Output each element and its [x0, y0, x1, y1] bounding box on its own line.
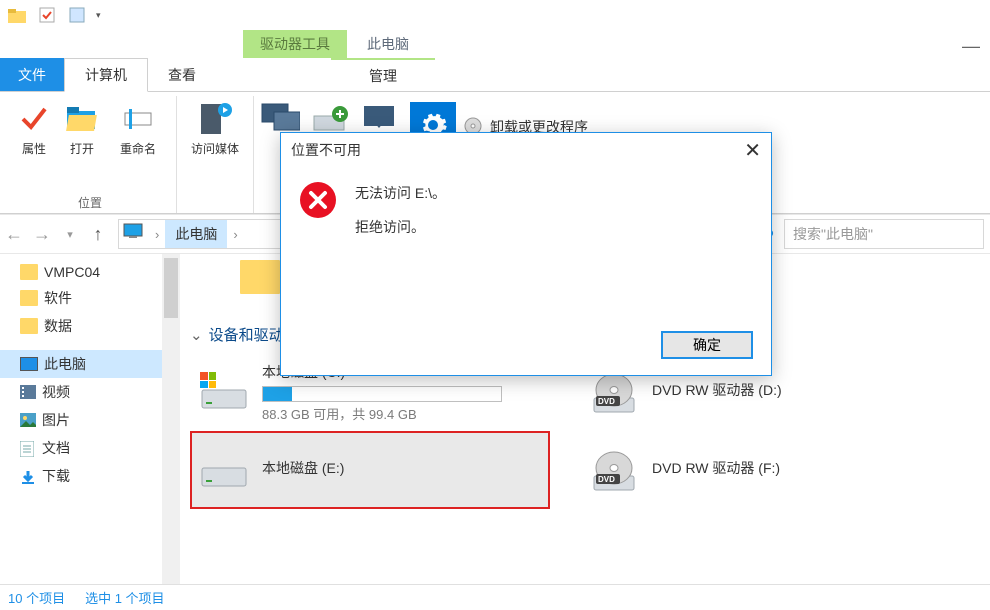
breadcrumb-this-pc[interactable]: 此电脑 — [165, 220, 227, 248]
error-icon — [299, 181, 337, 219]
dvd-icon: DVD — [590, 372, 638, 412]
sidebar-item-label: 此电脑 — [44, 354, 86, 374]
forward-button[interactable]: → — [28, 220, 56, 248]
ribbon-group-location: 位置 — [78, 192, 102, 213]
quick-access-toolbar: ▾ — [0, 0, 990, 30]
drive-usage-bar — [262, 386, 502, 402]
sidebar-item-label: 视频 — [42, 382, 70, 402]
close-button[interactable]: ✕ — [744, 138, 761, 163]
video-icon — [20, 385, 36, 399]
ribbon-open-label: 打开 — [70, 140, 94, 157]
title-row: 驱动器工具 此电脑 — — [0, 30, 990, 58]
sidebar-item-label: 软件 — [44, 288, 72, 308]
ribbon-rename-label: 重命名 — [120, 140, 156, 157]
drive-name: 本地磁盘 (E:) — [262, 458, 540, 478]
sidebar-item-videos[interactable]: 视频 — [0, 378, 162, 406]
drive-f-dvd[interactable]: DVD DVD RW 驱动器 (F:) — [580, 431, 940, 509]
chevron-right-icon[interactable]: › — [227, 227, 243, 242]
sidebar-item-label: 下载 — [42, 466, 70, 486]
sidebar-item-downloads[interactable]: 下载 — [0, 462, 162, 490]
qat-new-icon[interactable] — [66, 4, 88, 26]
back-button[interactable]: ← — [0, 220, 28, 248]
status-item-count: 10 个项目 — [8, 588, 65, 607]
pc-icon — [123, 223, 145, 245]
up-button[interactable]: ↑ — [84, 220, 112, 248]
search-input[interactable]: 搜索"此电脑" — [784, 219, 984, 249]
sidebar-item-label: VMPC04 — [44, 264, 100, 280]
sidebar-item-software[interactable]: 软件 — [0, 284, 162, 312]
scroll-thumb[interactable] — [164, 258, 178, 318]
chevron-down-icon: ⌄ — [190, 326, 203, 344]
sidebar-scrollbar[interactable] — [162, 254, 180, 584]
qat-properties-icon[interactable] — [36, 4, 58, 26]
sidebar-item-this-pc[interactable]: 此电脑 — [0, 350, 162, 378]
dialog-line1: 无法访问 E:\。 — [355, 177, 446, 211]
sidebar-item-vmpc04[interactable]: VMPC04 — [0, 260, 162, 284]
pc-icon — [20, 357, 38, 371]
ribbon-rename[interactable]: 重命名 — [106, 96, 170, 157]
contextual-tab-header: 驱动器工具 — [243, 30, 347, 58]
recent-dropdown-icon[interactable]: ▾ — [56, 220, 84, 248]
tab-view[interactable]: 查看 — [148, 58, 216, 91]
folder-icon — [240, 260, 280, 294]
media-server-icon — [197, 100, 233, 136]
svg-text:DVD: DVD — [598, 475, 615, 484]
dialog-title: 位置不可用 — [291, 140, 361, 160]
sidebar-item-documents[interactable]: 文档 — [0, 434, 162, 462]
minimize-button[interactable]: — — [962, 36, 980, 57]
sidebar-item-label: 文档 — [42, 438, 70, 458]
picture-icon — [20, 413, 36, 427]
open-folder-icon — [64, 100, 100, 136]
status-selected-count: 选中 1 个项目 — [85, 588, 164, 607]
window-title: 此电脑 — [347, 30, 429, 58]
dialog-line2: 拒绝访问。 — [355, 211, 446, 245]
sidebar-item-label: 图片 — [42, 410, 70, 430]
checkmark-icon — [16, 100, 52, 136]
folder-icon — [20, 290, 38, 306]
hdd-icon — [200, 450, 248, 490]
sidebar: VMPC04 软件 数据 此电脑 视频 图片 文档 下载 — [0, 254, 180, 584]
rename-icon — [120, 100, 156, 136]
status-bar: 10 个项目 选中 1 个项目 — [0, 584, 990, 610]
folder-icon — [20, 318, 38, 334]
ok-button[interactable]: 确定 — [661, 331, 753, 359]
ribbon-properties[interactable]: 属性 — [10, 96, 58, 157]
svg-text:DVD: DVD — [598, 397, 615, 406]
download-icon — [20, 469, 36, 483]
ribbon-access-media-label: 访问媒体 — [191, 140, 239, 157]
drive-e[interactable]: 本地磁盘 (E:) — [190, 431, 550, 509]
drive-name: DVD RW 驱动器 (F:) — [652, 458, 930, 478]
ribbon-tabs: 文件 计算机 查看 管理 — [0, 58, 990, 92]
ribbon-open[interactable]: 打开 — [58, 96, 106, 157]
tab-computer[interactable]: 计算机 — [64, 58, 148, 92]
sidebar-item-pictures[interactable]: 图片 — [0, 406, 162, 434]
drive-sub: 88.3 GB 可用，共 99.4 GB — [262, 404, 540, 423]
explorer-icon — [6, 4, 28, 26]
sidebar-item-label: 数据 — [44, 316, 72, 336]
tab-file[interactable]: 文件 — [0, 58, 64, 91]
ribbon-properties-label: 属性 — [22, 140, 46, 157]
document-icon — [20, 441, 36, 455]
qat-dropdown-icon[interactable]: ▾ — [96, 10, 101, 21]
tab-manage[interactable]: 管理 — [331, 58, 435, 91]
chevron-right-icon[interactable]: › — [149, 227, 165, 242]
ribbon-access-media[interactable]: 访问媒体 — [183, 96, 247, 157]
sidebar-item-data[interactable]: 数据 — [0, 312, 162, 340]
hdd-icon — [200, 372, 248, 412]
error-dialog: 位置不可用 ✕ 无法访问 E:\。 拒绝访问。 确定 — [280, 132, 772, 376]
folder-icon — [20, 264, 38, 280]
drive-name: DVD RW 驱动器 (D:) — [652, 380, 930, 400]
dvd-icon: DVD — [590, 450, 638, 490]
